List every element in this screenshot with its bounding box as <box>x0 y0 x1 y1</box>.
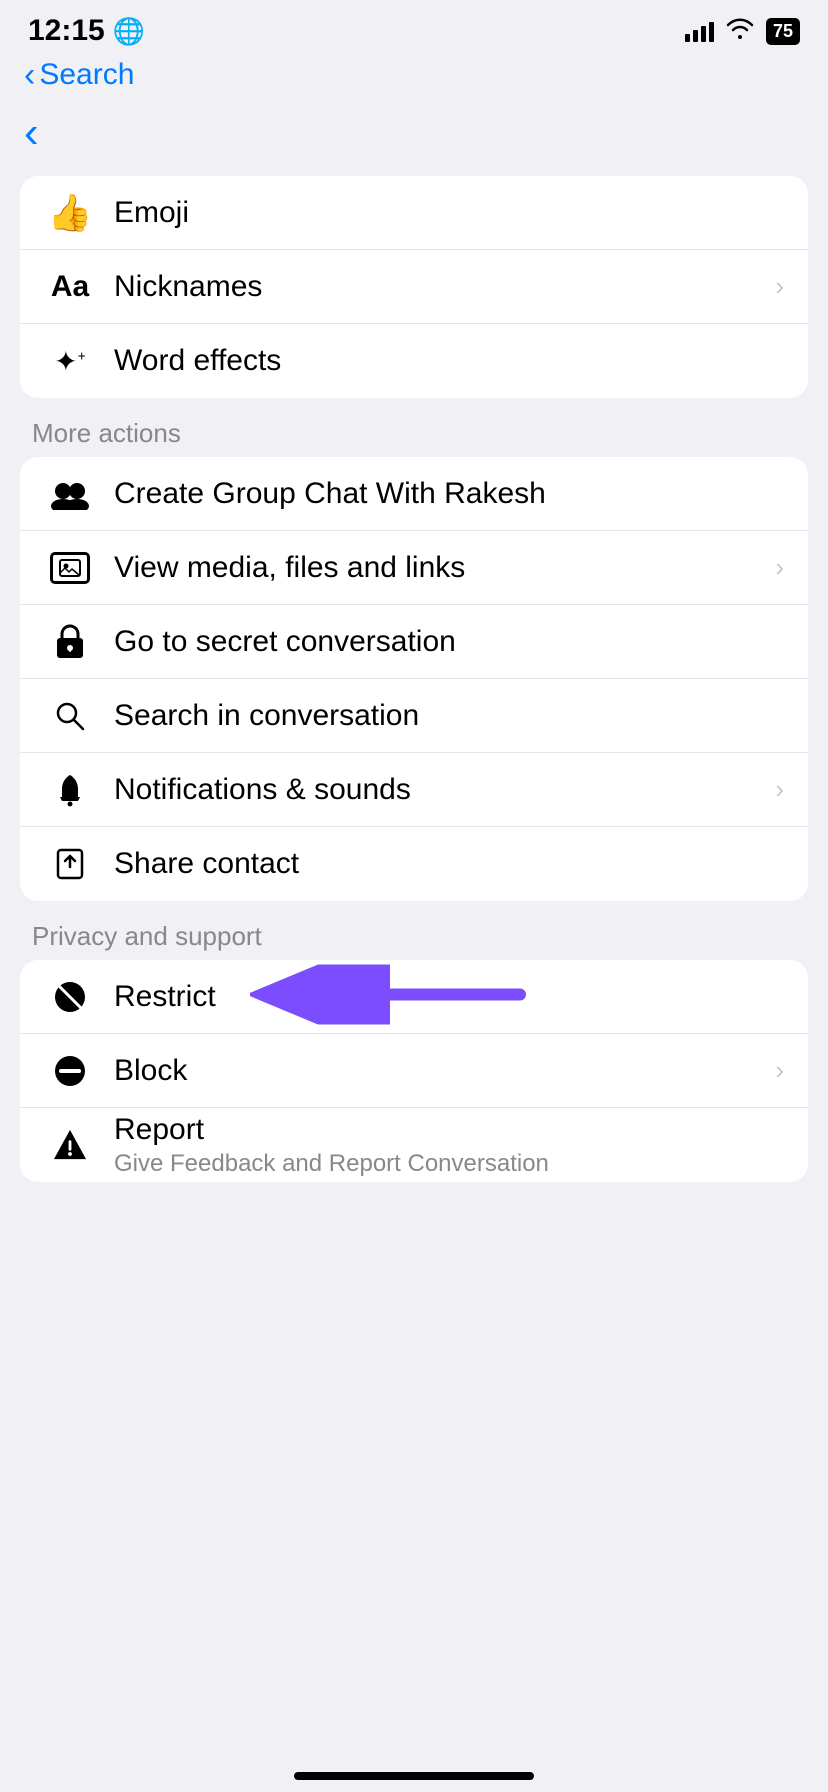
search-in-conv-icon <box>44 701 96 731</box>
secret-conversation-icon <box>44 624 96 660</box>
battery-level: 75 <box>773 21 793 41</box>
list-item-block[interactable]: Block › <box>20 1034 808 1108</box>
list-item-notifications[interactable]: Notifications & sounds › <box>20 753 808 827</box>
block-icon <box>44 1054 96 1088</box>
share-contact-text: Share contact <box>114 847 784 881</box>
status-bar: 12:15 🌐 75 <box>0 0 828 54</box>
report-sublabel: Give Feedback and Report Conversation <box>114 1150 784 1178</box>
create-group-icon <box>44 478 96 510</box>
back-chevron-icon: ‹ <box>24 58 35 92</box>
nicknames-chevron-icon: › <box>775 271 784 302</box>
card-customization: 👍 Emoji Aa Nicknames › ✦+ Word effects <box>20 176 808 398</box>
time-label: 12:15 <box>28 14 105 48</box>
view-media-text: View media, files and links <box>114 551 767 585</box>
list-item-view-media[interactable]: View media, files and links › <box>20 531 808 605</box>
share-contact-icon <box>44 847 96 881</box>
status-right: 75 <box>685 17 800 45</box>
card-privacy-support: Restrict Block › <box>20 960 808 1182</box>
signal-bar-4 <box>709 22 714 42</box>
list-item-emoji[interactable]: 👍 Emoji <box>20 176 808 250</box>
view-media-icon <box>44 552 96 584</box>
emoji-label: Emoji <box>114 196 189 229</box>
search-conversation-text: Search in conversation <box>114 699 784 733</box>
secret-conversation-label: Go to secret conversation <box>114 625 456 658</box>
share-contact-label: Share contact <box>114 847 299 880</box>
view-media-label: View media, files and links <box>114 551 465 584</box>
list-item-share-contact[interactable]: Share contact <box>20 827 808 901</box>
list-item-report[interactable]: Report Give Feedback and Report Conversa… <box>20 1108 808 1182</box>
emoji-icon: 👍 <box>44 192 96 234</box>
view-media-chevron-icon: › <box>775 552 784 583</box>
notifications-icon <box>44 773 96 807</box>
list-item-secret-conversation[interactable]: Go to secret conversation <box>20 605 808 679</box>
word-effects-icon: ✦+ <box>44 345 96 378</box>
notifications-label: Notifications & sounds <box>114 773 411 806</box>
home-indicator <box>294 1772 534 1780</box>
block-label: Block <box>114 1054 187 1087</box>
status-time: 12:15 🌐 <box>28 14 145 48</box>
card-more-actions: Create Group Chat With Rakesh View media… <box>20 457 808 901</box>
create-group-text: Create Group Chat With Rakesh <box>114 477 784 511</box>
secret-conversation-text: Go to secret conversation <box>114 625 784 659</box>
more-actions-section-label: More actions <box>0 404 828 457</box>
notifications-text: Notifications & sounds <box>114 773 767 807</box>
list-item-restrict[interactable]: Restrict <box>20 960 808 1034</box>
report-text: Report Give Feedback and Report Conversa… <box>114 1113 784 1178</box>
nicknames-text: Nicknames <box>114 270 767 304</box>
emoji-text: Emoji <box>114 196 784 230</box>
privacy-section-label: Privacy and support <box>0 907 828 960</box>
notifications-chevron-icon: › <box>775 774 784 805</box>
restrict-text: Restrict <box>114 980 784 1014</box>
list-item-nicknames[interactable]: Aa Nicknames › <box>20 250 808 324</box>
nicknames-icon: Aa <box>44 270 96 304</box>
battery-indicator: 75 <box>766 18 800 45</box>
back-nav: ‹ Search <box>0 54 828 100</box>
list-item-search-conversation[interactable]: Search in conversation <box>20 679 808 753</box>
report-icon <box>44 1128 96 1162</box>
search-conversation-label: Search in conversation <box>114 699 419 732</box>
create-group-label: Create Group Chat With Rakesh <box>114 477 546 510</box>
signal-bar-2 <box>693 30 698 42</box>
report-label: Report <box>114 1113 204 1146</box>
restrict-icon <box>44 980 96 1014</box>
block-text: Block <box>114 1054 767 1088</box>
list-item-word-effects[interactable]: ✦+ Word effects <box>20 324 808 398</box>
word-effects-label: Word effects <box>114 344 281 377</box>
back-label: Search <box>39 58 134 92</box>
wifi-icon <box>726 17 754 45</box>
block-chevron-icon: › <box>775 1055 784 1086</box>
signal-bar-1 <box>685 34 690 42</box>
page-back-icon[interactable]: ‹ <box>24 108 39 157</box>
nicknames-label: Nicknames <box>114 270 262 303</box>
globe-icon: 🌐 <box>113 16 145 47</box>
page-back-row[interactable]: ‹ <box>0 100 828 176</box>
list-item-create-group[interactable]: Create Group Chat With Rakesh <box>20 457 808 531</box>
back-button[interactable]: ‹ Search <box>24 58 804 92</box>
signal-bar-3 <box>701 26 706 42</box>
word-effects-text: Word effects <box>114 344 784 378</box>
signal-bars <box>685 20 714 42</box>
restrict-label: Restrict <box>114 980 216 1013</box>
